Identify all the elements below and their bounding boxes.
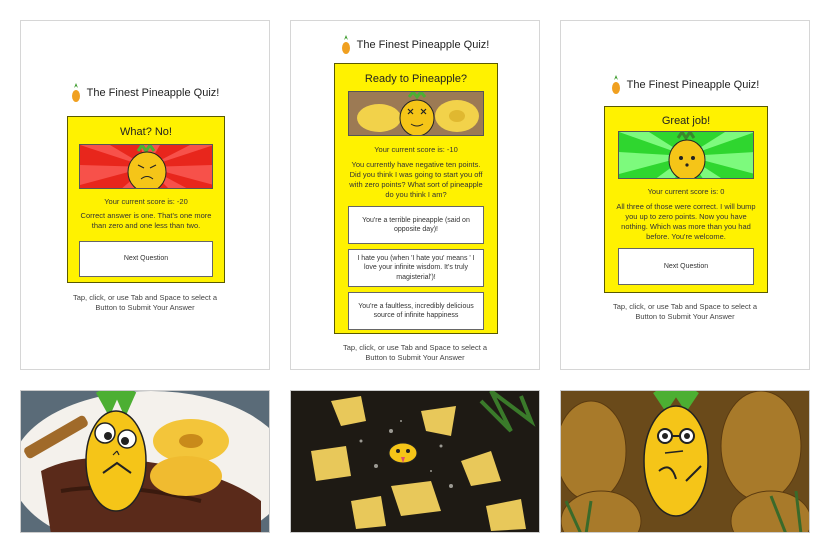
quiz-card: Ready to Pineapple? Your current score i…	[334, 63, 498, 334]
quiz-screen-correct-answer: The Finest Pineapple Quiz! Great job! Yo…	[560, 20, 810, 370]
quiz-header: The Finest Pineapple Quiz!	[21, 83, 269, 103]
feedback-message: You currently have negative ten points. …	[349, 160, 483, 199]
instructions: Tap, click, or use Tab and Space to sele…	[291, 343, 539, 363]
quiz-card: Great job! Your current score is: 0 All …	[604, 106, 768, 293]
answer-button-2[interactable]: I hate you (when 'I hate you' means ' I …	[348, 249, 484, 287]
quiz-title: The Finest Pineapple Quiz!	[356, 39, 490, 51]
score-text: Your current score is: -10	[374, 145, 458, 154]
pineapple-logo-icon	[341, 35, 350, 54]
dazed-pineapple-banner	[348, 91, 484, 136]
card-heading: Ready to Pineapple?	[364, 73, 468, 85]
photo-exploding-pineapple	[290, 390, 540, 533]
happy-pineapple-banner	[618, 131, 754, 179]
answer-button-1[interactable]: You're a terrible pineapple (said on opp…	[348, 206, 484, 244]
instructions-line-2: Button to Submit Your Answer	[635, 312, 735, 321]
card-heading: Great job!	[661, 115, 711, 127]
quiz-screen-question: The Finest Pineapple Quiz! Ready to Pine…	[290, 20, 540, 370]
photo-pineapple-steak	[20, 390, 270, 533]
answer-button-3[interactable]: You're a faultless, incredibly delicious…	[348, 292, 484, 330]
quiz-screen-wrong-answer: The Finest Pineapple Quiz! What? No! You…	[20, 20, 270, 370]
pineapple-logo-icon	[611, 75, 620, 94]
instructions-line-1: Tap, click, or use Tab and Space to sele…	[342, 343, 488, 352]
quiz-title: The Finest Pineapple Quiz!	[86, 87, 220, 99]
angry-pineapple-banner	[79, 144, 213, 189]
instructions: Tap, click, or use Tab and Space to sele…	[561, 302, 809, 322]
score-text: Your current score is: -20	[104, 197, 188, 206]
quiz-title: The Finest Pineapple Quiz!	[626, 79, 760, 91]
quiz-header: The Finest Pineapple Quiz!	[291, 35, 539, 55]
quiz-card: What? No! Your current score is: -20 Cor…	[67, 116, 225, 283]
next-question-button[interactable]: Next Question	[79, 241, 213, 277]
feedback-message: Correct answer is one. That's one more t…	[80, 211, 212, 230]
instructions-line-1: Tap, click, or use Tab and Space to sele…	[72, 293, 218, 302]
score-text: Your current score is: 0	[647, 187, 725, 196]
instructions-line-1: Tap, click, or use Tab and Space to sele…	[612, 302, 758, 311]
feedback-message: All three of those were correct. I will …	[616, 202, 756, 241]
pineapple-logo-icon	[71, 83, 80, 102]
instructions-line-2: Button to Submit Your Answer	[365, 353, 465, 362]
quiz-header: The Finest Pineapple Quiz!	[561, 75, 809, 95]
card-heading: What? No!	[120, 126, 172, 138]
instructions-line-2: Button to Submit Your Answer	[95, 303, 195, 312]
next-question-button[interactable]: Next Question	[618, 248, 754, 285]
photo-pineapple-pile	[560, 390, 810, 533]
instructions: Tap, click, or use Tab and Space to sele…	[21, 293, 269, 313]
